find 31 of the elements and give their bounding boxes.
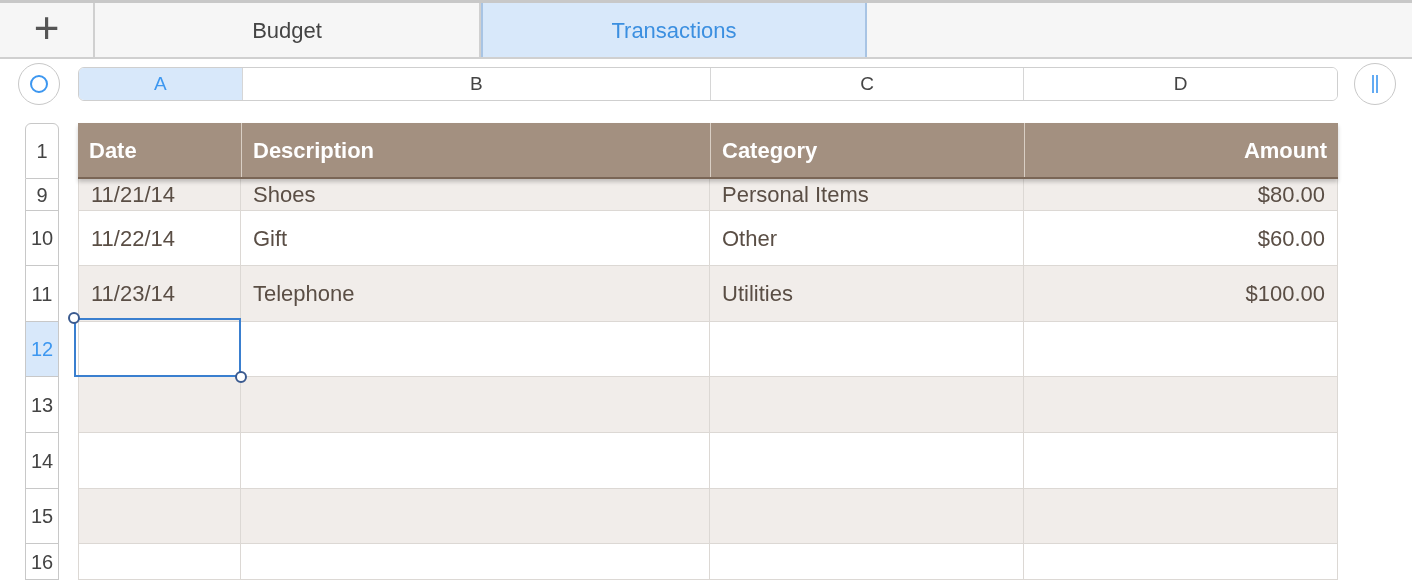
row-header[interactable]: 11 [25,266,59,322]
column-header[interactable]: D [1023,68,1337,100]
table-cell: 11/22/14 [78,211,241,265]
row-header[interactable]: 15 [25,489,59,544]
table-cell: Telephone [241,266,710,321]
row-header[interactable]: 1 [25,123,59,179]
column-title: Amount [1024,123,1338,177]
row-header[interactable]: 9 [25,179,59,211]
row-header[interactable]: 14 [25,433,59,489]
add-sheet-button[interactable]: + [0,3,95,57]
resize-handle[interactable] [68,312,80,324]
freeze-button[interactable] [1354,63,1396,105]
table-cell: 11/21/14 [78,179,241,210]
column-title: Description [241,123,710,177]
double-bar-icon [1370,74,1380,94]
table-cell: $100.00 [1024,266,1338,321]
row-header[interactable]: 13 [25,377,59,433]
column-title: Category [710,123,1024,177]
table-cell: Gift [241,211,710,265]
table-cell: Shoes [241,179,710,210]
row-header[interactable]: 16 [25,544,59,580]
select-table-button[interactable] [18,63,60,105]
table-cell: Personal Items [710,179,1024,210]
table-cell: Other [710,211,1024,265]
table-cell: 11/23/14 [78,266,241,321]
table-cell: Utilities [710,266,1024,321]
circle-icon [29,74,49,94]
table-cell: $60.00 [1024,211,1338,265]
table-cell: $80.00 [1024,179,1338,210]
column-title: Date [88,136,138,165]
row-header[interactable]: 10 [25,211,59,266]
